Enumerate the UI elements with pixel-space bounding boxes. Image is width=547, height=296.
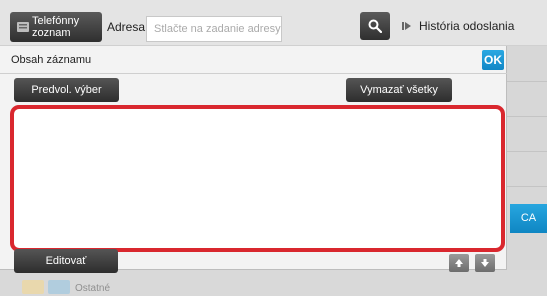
preset-selection-button[interactable]: Predvol. výber [14,78,119,102]
folder-icon [22,280,44,294]
ok-button[interactable]: OK [482,50,504,70]
side-divider [507,116,547,117]
ca-button[interactable]: CA [510,204,547,233]
address-input[interactable]: Stlačte na zadanie adresy [146,16,282,42]
arrow-down-icon [481,259,489,267]
scroll-down-button[interactable] [475,254,495,272]
side-divider [507,186,547,187]
phonebook-label: Telefónny zoznam [32,15,80,39]
record-content-list[interactable] [10,105,505,252]
side-divider [507,81,547,82]
other-tab-label: Ostatné [75,283,111,294]
send-history-link[interactable]: História odoslania [419,19,514,33]
dialog-divider [0,73,507,74]
mail-icon [48,280,70,294]
phonebook-button[interactable]: Telefónny zoznam [10,12,102,42]
edit-button[interactable]: Editovať [14,249,118,273]
scroll-up-button[interactable] [449,254,469,272]
arrow-up-icon [455,259,463,267]
side-divider [507,151,547,152]
address-placeholder: Stlačte na zadanie adresy [154,23,281,35]
side-panel [507,46,547,296]
search-button[interactable] [360,12,390,40]
dialog-title: Obsah záznamu [11,54,92,66]
clear-all-button[interactable]: Vymazať všetky [346,78,452,102]
phonebook-icon [17,22,29,32]
address-label: Adresa [107,20,146,34]
search-icon [368,19,382,33]
play-icon [402,22,411,30]
